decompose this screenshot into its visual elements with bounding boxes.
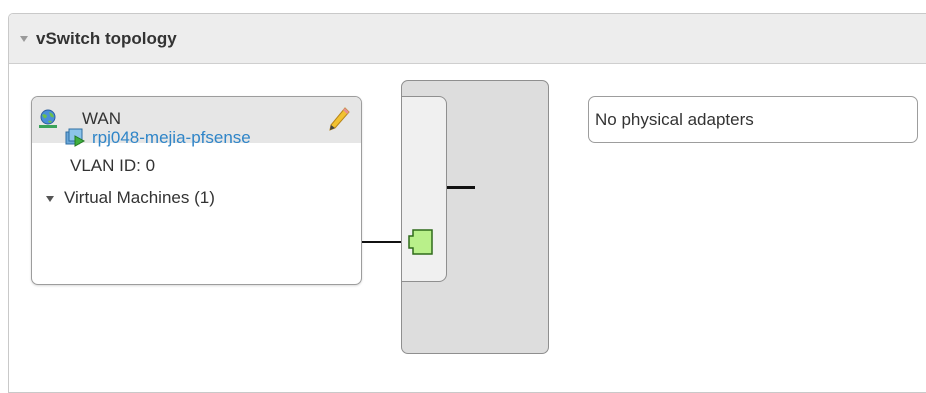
pencil-icon[interactable] [326, 105, 352, 133]
switch-port-icon[interactable] [407, 228, 437, 256]
globe-network-icon [39, 109, 57, 128]
physical-adapters-text: No physical adapters [595, 109, 754, 129]
vm-name-link[interactable]: rpj048-mejia-pfsense [92, 128, 251, 148]
uplink-line [447, 186, 475, 189]
virtual-machines-toggle[interactable]: Virtual Machines (1) [46, 188, 215, 208]
port-group-card: WAN VLAN ID: 0 Virtual Machines (1) [31, 96, 362, 285]
panel-title: vSwitch topology [36, 28, 177, 48]
physical-adapters-box: No physical adapters [588, 96, 918, 143]
vm-list-item[interactable]: rpj048-mejia-pfsense [64, 127, 251, 149]
vlan-id-text: VLAN ID: 0 [70, 156, 156, 175]
panel-header[interactable]: vSwitch topology [9, 14, 926, 64]
caret-down-icon[interactable] [20, 35, 28, 42]
caret-down-icon[interactable] [46, 196, 54, 202]
vm-icon [65, 128, 86, 147]
virtual-machines-label: Virtual Machines (1) [64, 188, 215, 207]
port-group-name: WAN [82, 109, 122, 128]
